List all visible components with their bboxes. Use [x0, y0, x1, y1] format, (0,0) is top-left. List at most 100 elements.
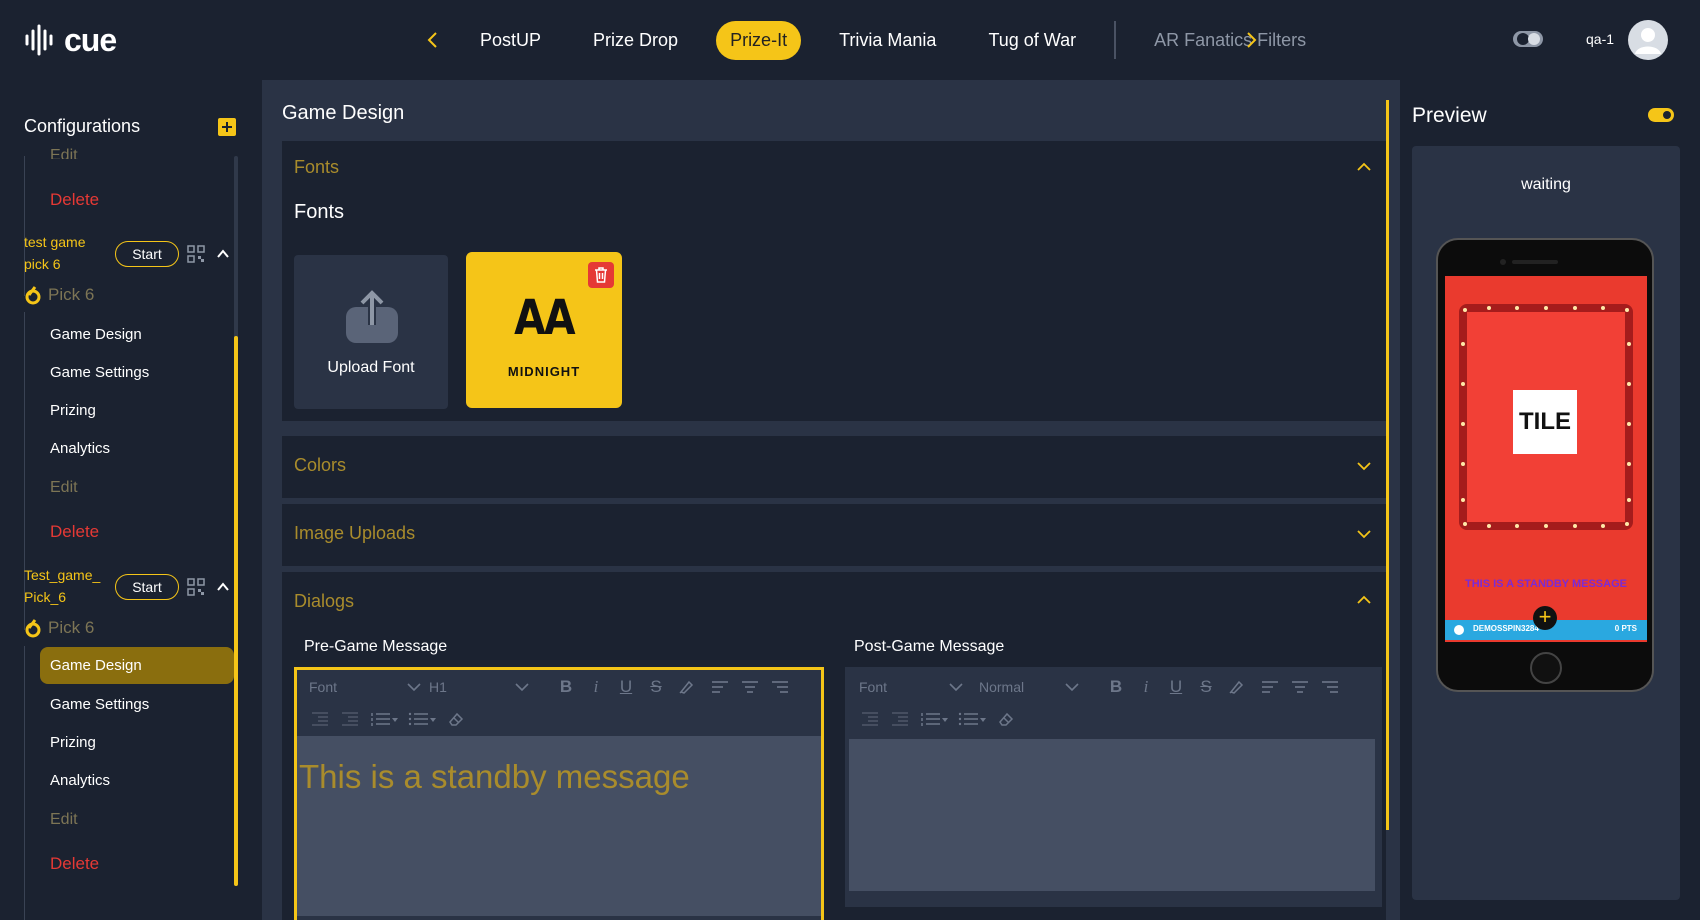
preview-toggle[interactable] [1648, 108, 1674, 122]
pre-game-editor[interactable]: Font H1 B i U S This is a standby messag… [294, 667, 824, 920]
sidebar-scrollbar-thumb[interactable] [234, 336, 238, 886]
indent-button[interactable] [885, 706, 915, 732]
align-center-button[interactable] [1285, 674, 1315, 700]
start-button[interactable]: Start [115, 574, 179, 600]
ordered-list-icon [371, 713, 398, 726]
sidebar-delete-top[interactable]: Delete [50, 190, 99, 210]
italic-button[interactable]: i [1131, 674, 1161, 700]
bold-button[interactable]: B [551, 674, 581, 700]
image-uploads-panel[interactable]: Image Uploads [282, 504, 1386, 566]
sidebar-item-game-settings[interactable]: Game Settings [50, 696, 149, 713]
sidebar-item-analytics[interactable]: Analytics [50, 440, 110, 457]
tab-trivia-mania[interactable]: Trivia Mania [825, 21, 950, 60]
tab-tug-of-war[interactable]: Tug of War [974, 21, 1090, 60]
nav-prev-arrow[interactable] [420, 26, 444, 54]
font-card-midnight[interactable]: AA MIDNIGHT [466, 252, 622, 408]
sidebar-item-delete[interactable]: Delete [50, 854, 99, 874]
indent-icon [342, 712, 358, 726]
game-name-line1[interactable]: Test_game_ [24, 564, 100, 586]
chevron-up-icon[interactable] [1356, 592, 1372, 608]
sidebar-item-edit[interactable]: Edit [50, 811, 78, 829]
sidebar-item-game-design[interactable]: Game Design [50, 326, 142, 343]
sidebar-item-delete[interactable]: Delete [50, 522, 99, 542]
editor-toolbar-row2 [305, 704, 471, 734]
start-button[interactable]: Start [115, 241, 179, 267]
ordered-list-button[interactable] [915, 706, 953, 732]
tab-ar-fanatics-filters[interactable]: AR Fanatics Filters [1140, 21, 1320, 60]
font-select[interactable]: Font [309, 679, 421, 695]
italic-button[interactable]: i [581, 674, 611, 700]
sidebar-item-prizing[interactable]: Prizing [50, 734, 96, 751]
bullet-list-button[interactable] [403, 706, 441, 732]
outdent-icon [862, 712, 878, 726]
ordered-list-button[interactable] [365, 706, 403, 732]
bullet-list-icon [408, 712, 436, 726]
nav-next-arrow[interactable] [1240, 26, 1264, 54]
post-game-editor[interactable]: Font Normal B i U S [845, 667, 1382, 907]
tab-prize-it[interactable]: Prize-It [716, 20, 802, 60]
outdent-button[interactable] [305, 706, 335, 732]
main-scrollbar[interactable] [1386, 100, 1389, 830]
highlight-button[interactable] [1221, 674, 1251, 700]
sidebar-item-game-settings[interactable]: Game Settings [50, 364, 149, 381]
cue-logo[interactable]: cue [24, 20, 117, 60]
heading-select[interactable]: H1 [429, 679, 529, 695]
align-center-button[interactable] [735, 674, 765, 700]
qr-code-icon[interactable] [187, 578, 205, 596]
align-right-button[interactable] [1315, 674, 1345, 700]
sidebar-edit-partial[interactable]: Edit [50, 147, 78, 159]
strikethrough-button[interactable]: S [1191, 674, 1221, 700]
game-type-row: Pick 6 [24, 618, 94, 638]
colors-panel-heading[interactable]: Colors [294, 455, 346, 476]
avatar[interactable] [1628, 20, 1668, 60]
tab-postup[interactable]: PostUP [466, 21, 555, 60]
indent-button[interactable] [335, 706, 365, 732]
paragraph-select[interactable]: Normal [979, 679, 1079, 695]
sidebar-item-edit[interactable]: Edit [50, 479, 78, 497]
colors-panel[interactable]: Colors [282, 436, 1386, 498]
sidebar-item-analytics[interactable]: Analytics [50, 772, 110, 789]
chevron-up-icon[interactable] [1356, 159, 1372, 175]
qr-code-icon[interactable] [187, 245, 205, 263]
theme-toggle[interactable] [1512, 28, 1544, 50]
add-configuration-button[interactable] [218, 118, 236, 136]
strip-points: 0 PTS [1614, 624, 1637, 633]
chevron-up-icon[interactable] [215, 579, 231, 595]
pre-game-text-area[interactable]: This is a standby message [297, 736, 821, 916]
delete-font-button[interactable] [588, 262, 614, 288]
align-left-button[interactable] [705, 674, 735, 700]
bold-button[interactable]: B [1101, 674, 1131, 700]
editor-toolbar-row1: Font H1 B i U S [309, 672, 795, 702]
tab-prize-drop[interactable]: Prize Drop [579, 21, 692, 60]
post-game-text-area[interactable] [849, 739, 1375, 891]
sidebar-item-prizing[interactable]: Prizing [50, 402, 96, 419]
highlight-button[interactable] [671, 674, 701, 700]
clear-format-button[interactable] [441, 706, 471, 732]
image-uploads-panel-heading[interactable]: Image Uploads [294, 523, 415, 544]
upload-font-button[interactable]: Upload Font [294, 255, 448, 409]
align-left-button[interactable] [1255, 674, 1285, 700]
fonts-subheading: Fonts [294, 201, 345, 223]
font-select[interactable]: Font [859, 679, 963, 695]
align-right-icon [772, 681, 788, 693]
underline-button[interactable]: U [1161, 674, 1191, 700]
preview-frame: waiting TILE THIS IS A STANDBY MESSAGE D… [1412, 146, 1680, 900]
chevron-up-icon[interactable] [215, 246, 231, 262]
tree-line [24, 156, 25, 296]
chevron-down-icon[interactable] [1356, 458, 1372, 474]
clear-format-button[interactable] [991, 706, 1021, 732]
bullet-list-button[interactable] [953, 706, 991, 732]
tab-divider [1114, 21, 1117, 59]
game-name-line2[interactable]: Pick_6 [24, 586, 66, 608]
sidebar-item-game-design-active[interactable]: Game Design [40, 647, 234, 684]
chevron-down-icon[interactable] [1356, 526, 1372, 542]
strikethrough-button[interactable]: S [641, 674, 671, 700]
game-name-line2[interactable]: pick 6 [24, 253, 61, 275]
chevron-down-icon [515, 683, 529, 692]
fonts-panel-heading[interactable]: Fonts [294, 157, 339, 178]
underline-button[interactable]: U [611, 674, 641, 700]
outdent-button[interactable] [855, 706, 885, 732]
game-name-line1[interactable]: test game [24, 231, 85, 253]
dialogs-panel-heading[interactable]: Dialogs [294, 591, 354, 612]
align-right-button[interactable] [765, 674, 795, 700]
